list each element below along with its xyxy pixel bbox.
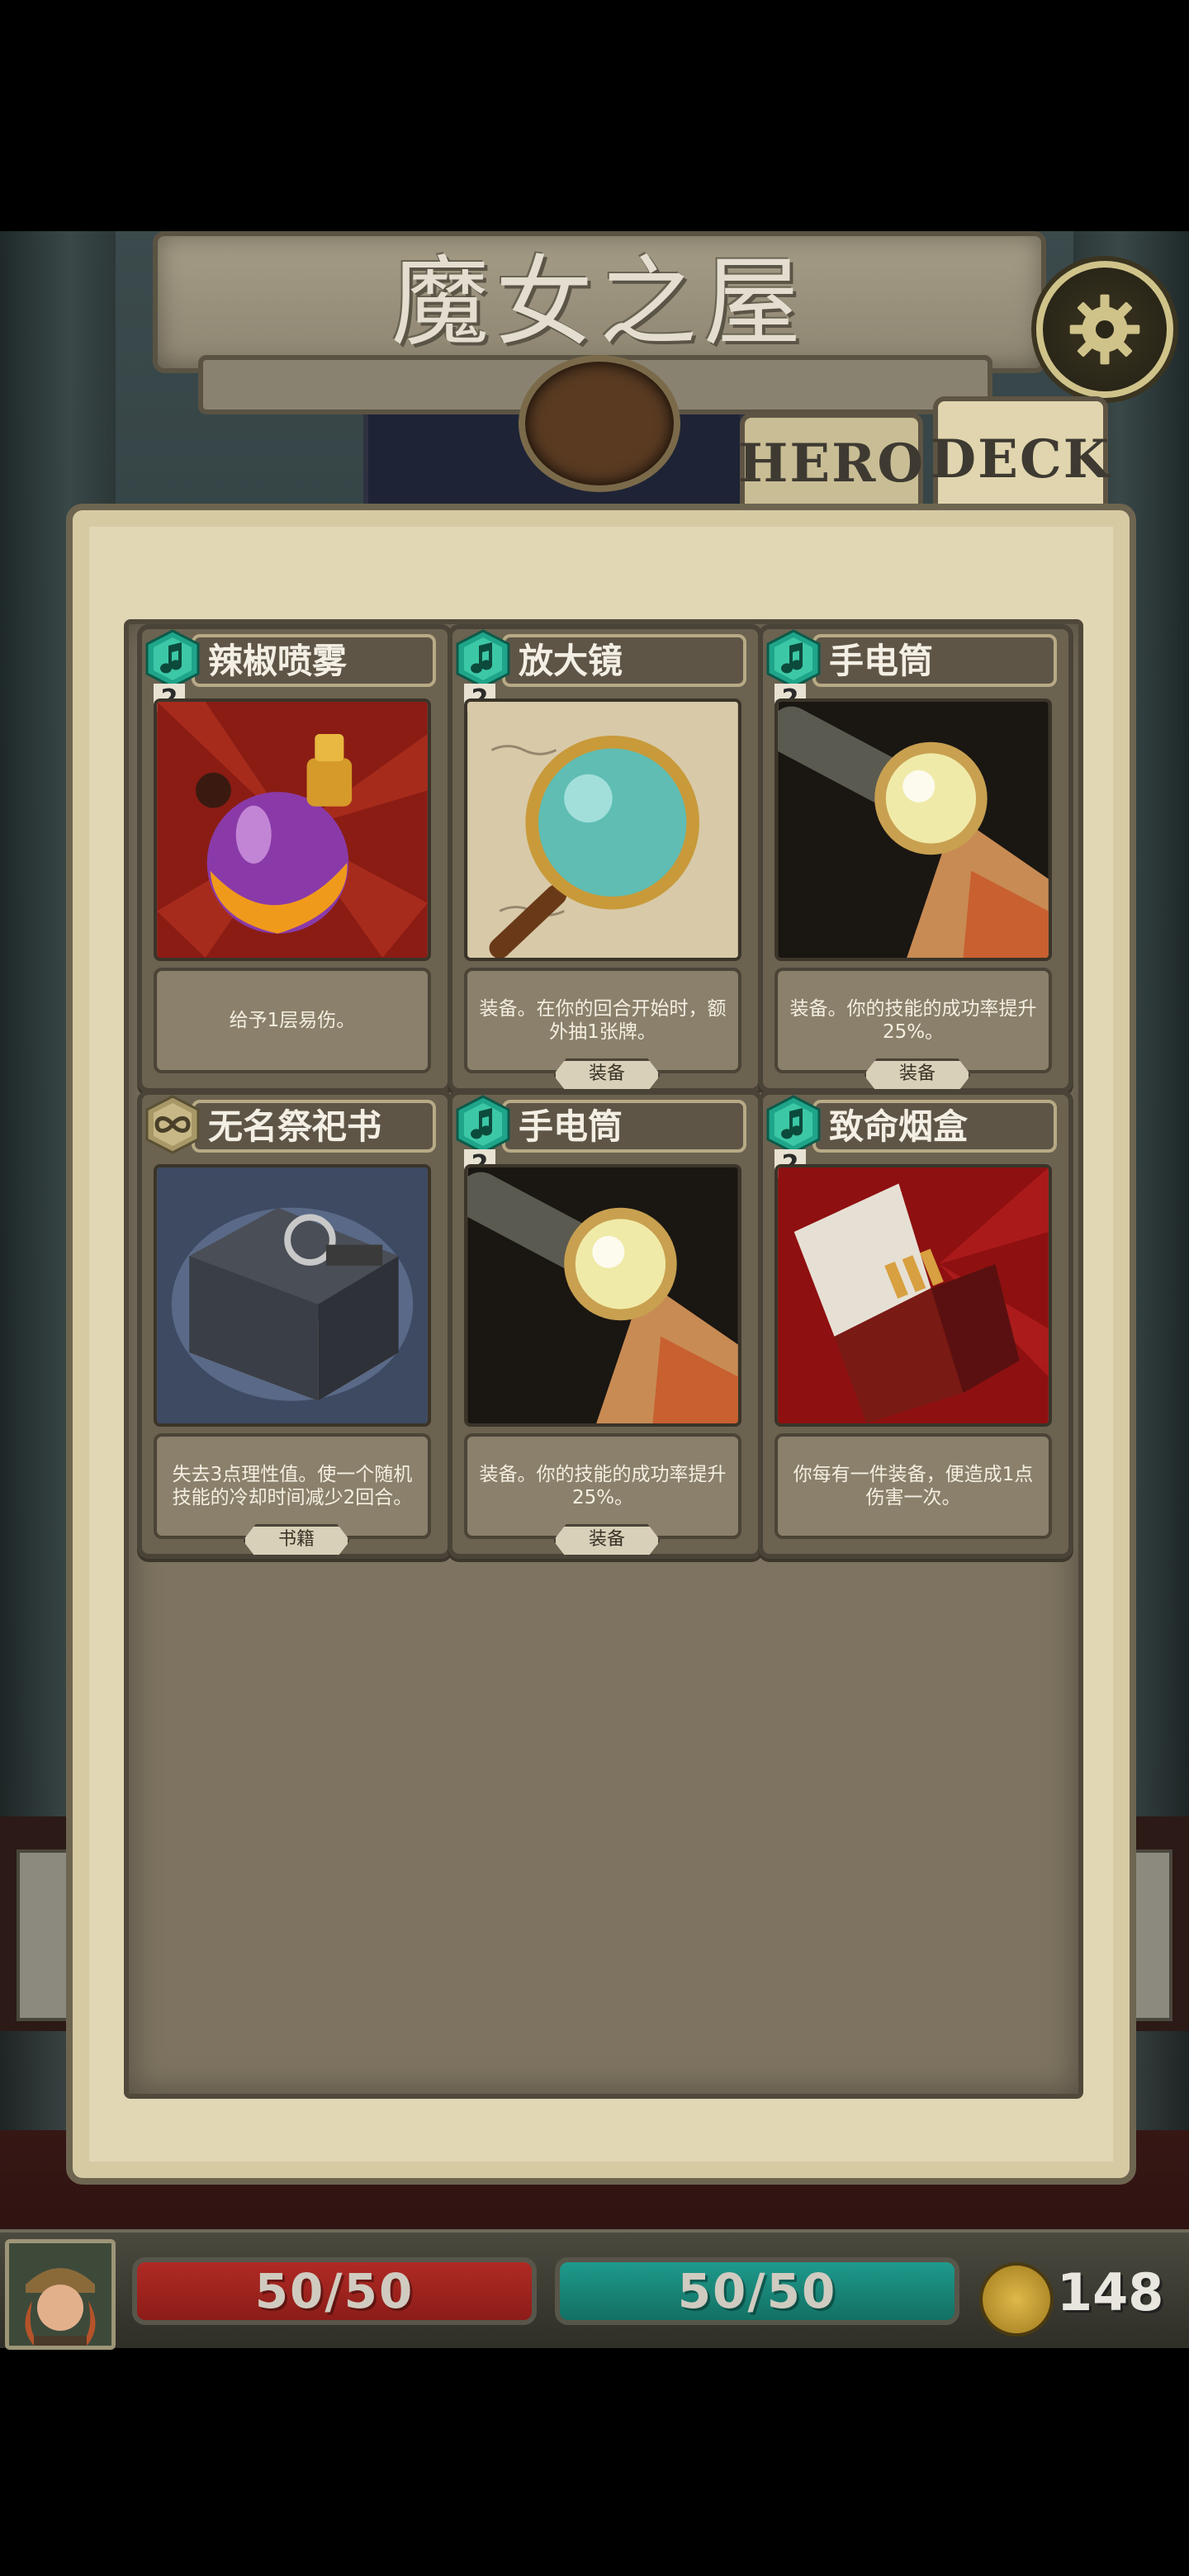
flashlight-icon bbox=[775, 698, 1052, 961]
card-description: 装备。你的技能的成功率提升25%。 bbox=[479, 1464, 727, 1508]
card[interactable]: 辣椒喷雾 2 给予1层易伤。 bbox=[137, 624, 452, 1093]
card-name: 手电筒 bbox=[519, 1106, 623, 1147]
hero-portrait[interactable] bbox=[5, 2239, 116, 2350]
card-name: 辣椒喷雾 bbox=[208, 641, 348, 681]
card-name-bar: 无名祭祀书 bbox=[192, 1100, 436, 1153]
card-name-bar: 手电筒 bbox=[502, 1100, 746, 1153]
card-name: 无名祭祀书 bbox=[208, 1106, 382, 1147]
book-icon bbox=[154, 1164, 431, 1427]
tab-hero[interactable]: HERO bbox=[737, 413, 926, 509]
card-description: 你每有一件装备，便造成1点伤害一次。 bbox=[793, 1464, 1034, 1508]
gear-icon bbox=[1069, 294, 1140, 365]
card-description-box: 你每有一件装备，便造成1点伤害一次。 bbox=[775, 1433, 1052, 1539]
tab-hero-label: HERO bbox=[737, 432, 926, 495]
card-name-bar: 手电筒 bbox=[812, 634, 1057, 687]
card-description: 失去3点理性值。使一个随机技能的冷却时间减少2回合。 bbox=[172, 1464, 413, 1508]
sanity-value: 50/50 bbox=[677, 2263, 837, 2319]
music-note-gem-icon bbox=[454, 629, 512, 689]
infinity-gem-icon bbox=[144, 1095, 201, 1154]
title-sign: 魔女之屋 bbox=[153, 231, 1046, 373]
card-name-bar: 辣椒喷雾 bbox=[192, 634, 436, 687]
card-name-bar: 致命烟盒 bbox=[812, 1100, 1057, 1153]
card[interactable]: 无名祭祀书失去3点理性值。使一个随机技能的冷却时间减少2回合。书籍 bbox=[137, 1090, 452, 1559]
cigarette-box-icon bbox=[775, 1164, 1052, 1427]
flashlight-icon bbox=[464, 1164, 741, 1427]
settings-button[interactable] bbox=[1036, 261, 1173, 398]
card-tag: 装备 bbox=[553, 1524, 661, 1557]
health-value: 50/50 bbox=[254, 2263, 414, 2319]
card-description: 给予1层易伤。 bbox=[229, 1010, 356, 1031]
bottom-hud: 50/50 50/50 148 bbox=[0, 2229, 1189, 2350]
card-tag: 装备 bbox=[864, 1058, 971, 1091]
hero-avatar-icon bbox=[9, 2243, 111, 2346]
card-description: 装备。你的技能的成功率提升25%。 bbox=[789, 998, 1037, 1043]
coin-count: 148 bbox=[1057, 2262, 1164, 2323]
card-description-box: 装备。你的技能的成功率提升25%。 bbox=[775, 968, 1052, 1073]
card-name: 致命烟盒 bbox=[829, 1106, 969, 1147]
card-description-box: 给予1层易伤。 bbox=[154, 968, 431, 1073]
health-bar: 50/50 bbox=[132, 2257, 537, 2325]
coin-icon bbox=[979, 2262, 1054, 2337]
music-note-gem-icon bbox=[144, 629, 201, 689]
music-note-gem-icon bbox=[765, 629, 822, 689]
card-tag: 装备 bbox=[553, 1058, 661, 1091]
card-description-box: 失去3点理性值。使一个随机技能的冷却时间减少2回合。 bbox=[154, 1433, 431, 1539]
card-description: 装备。在你的回合开始时，额外抽1张牌。 bbox=[479, 998, 727, 1043]
sanity-bar: 50/50 bbox=[555, 2257, 959, 2325]
sign-medallion bbox=[519, 355, 680, 492]
card-name-bar: 放大镜 bbox=[502, 634, 746, 687]
music-note-gem-icon bbox=[765, 1095, 822, 1154]
tab-deck[interactable]: DECK bbox=[930, 396, 1111, 517]
magnifying-glass-icon bbox=[464, 698, 741, 961]
card[interactable]: 手电筒 2 装备。你的技能的成功率提升25%。 装备 bbox=[448, 1090, 763, 1559]
card-name: 放大镜 bbox=[519, 641, 623, 681]
card-description-box: 装备。在你的回合开始时，额外抽1张牌。 bbox=[464, 968, 741, 1073]
card[interactable]: 手电筒 2 装备。你的技能的成功率提升25%。 装备 bbox=[758, 624, 1073, 1093]
card[interactable]: 致命烟盒 2 你每有一件装备，便造成1点伤害一次。 bbox=[758, 1090, 1073, 1559]
tab-deck-label: DECK bbox=[930, 428, 1111, 490]
perfume-bottle-icon bbox=[154, 698, 431, 961]
music-note-gem-icon bbox=[454, 1095, 512, 1154]
card[interactable]: 放大镜 2 装备。在你的回合开始时，额外抽1张牌。 装备 bbox=[448, 624, 763, 1093]
card-name: 手电筒 bbox=[829, 641, 934, 681]
card-description-box: 装备。你的技能的成功率提升25%。 bbox=[464, 1433, 741, 1539]
card-tag: 书籍 bbox=[243, 1524, 350, 1557]
page-title: 魔女之屋 bbox=[391, 245, 808, 359]
